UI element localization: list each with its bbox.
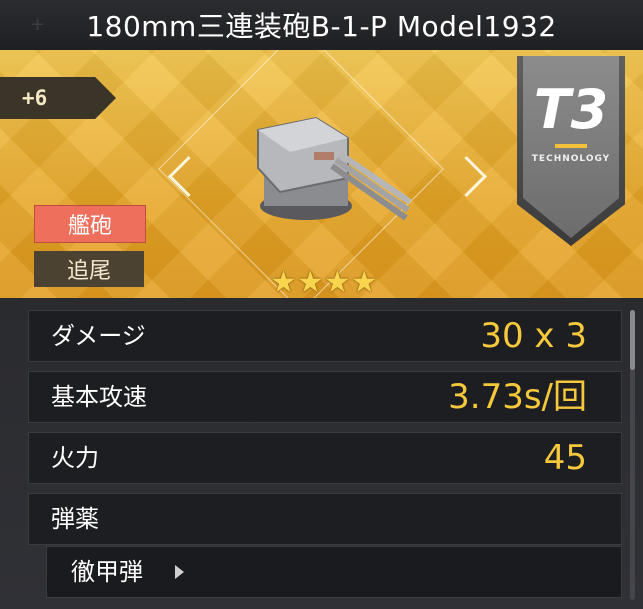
- plus-decoration: +: [30, 14, 46, 35]
- stat-label: 火力: [51, 444, 99, 472]
- equipment-detail-window: + 180mm三連装砲B-1-P Model1932 +6 T3 TECHNOL…: [0, 0, 643, 609]
- stat-row-damage: ダメージ 30 x 3: [28, 310, 622, 362]
- chevron-right-icon: [175, 565, 184, 579]
- stat-value: 3.73s/回: [448, 377, 587, 417]
- stat-value: 30 x 3: [480, 316, 587, 356]
- equipment-banner: +6 T3 TECHNOLOGY 艦砲 追尾 ★ ★ ★ ★: [0, 50, 643, 298]
- tier-subtitle: TECHNOLOGY: [531, 154, 611, 164]
- tier-label: T3: [533, 78, 609, 141]
- star-icon: ★: [296, 265, 324, 298]
- stat-label: 基本攻速: [51, 383, 147, 411]
- stat-value: 45: [543, 438, 587, 478]
- star-icon: ★: [323, 265, 351, 298]
- chevron-right-icon: [445, 155, 488, 198]
- title-bar: + 180mm三連装砲B-1-P Model1932: [0, 0, 643, 50]
- ammo-type-selector[interactable]: 徹甲弾: [46, 546, 622, 598]
- stat-row-rate: 基本攻速 3.73s/回: [28, 371, 622, 423]
- tag-attribute: 追尾: [34, 251, 144, 287]
- scrollbar-thumb[interactable]: [630, 310, 635, 370]
- stat-row-ammo: 弾薬: [28, 493, 622, 545]
- ammo-type-label: 徹甲弾: [71, 558, 143, 586]
- stat-label: 弾薬: [51, 505, 99, 533]
- stat-row-firepower: 火力 45: [28, 432, 622, 484]
- scrollbar[interactable]: [630, 310, 635, 600]
- rarity-stars: ★ ★ ★ ★: [270, 268, 378, 298]
- tier-badge: T3 TECHNOLOGY: [517, 56, 625, 246]
- star-icon: ★: [270, 265, 297, 298]
- enhance-level-badge: +6: [0, 77, 116, 119]
- star-icon: ★: [350, 265, 378, 298]
- equipment-title: 180mm三連装砲B-1-P Model1932: [86, 10, 557, 43]
- stats-panel: ダメージ 30 x 3 基本攻速 3.73s/回 火力 45 弾薬 徹甲弾: [0, 298, 643, 609]
- enhance-level: +6: [22, 86, 48, 110]
- tag-type: 艦砲: [34, 205, 146, 243]
- stat-label: ダメージ: [51, 322, 146, 350]
- triple-gun-turret-icon: [257, 116, 412, 221]
